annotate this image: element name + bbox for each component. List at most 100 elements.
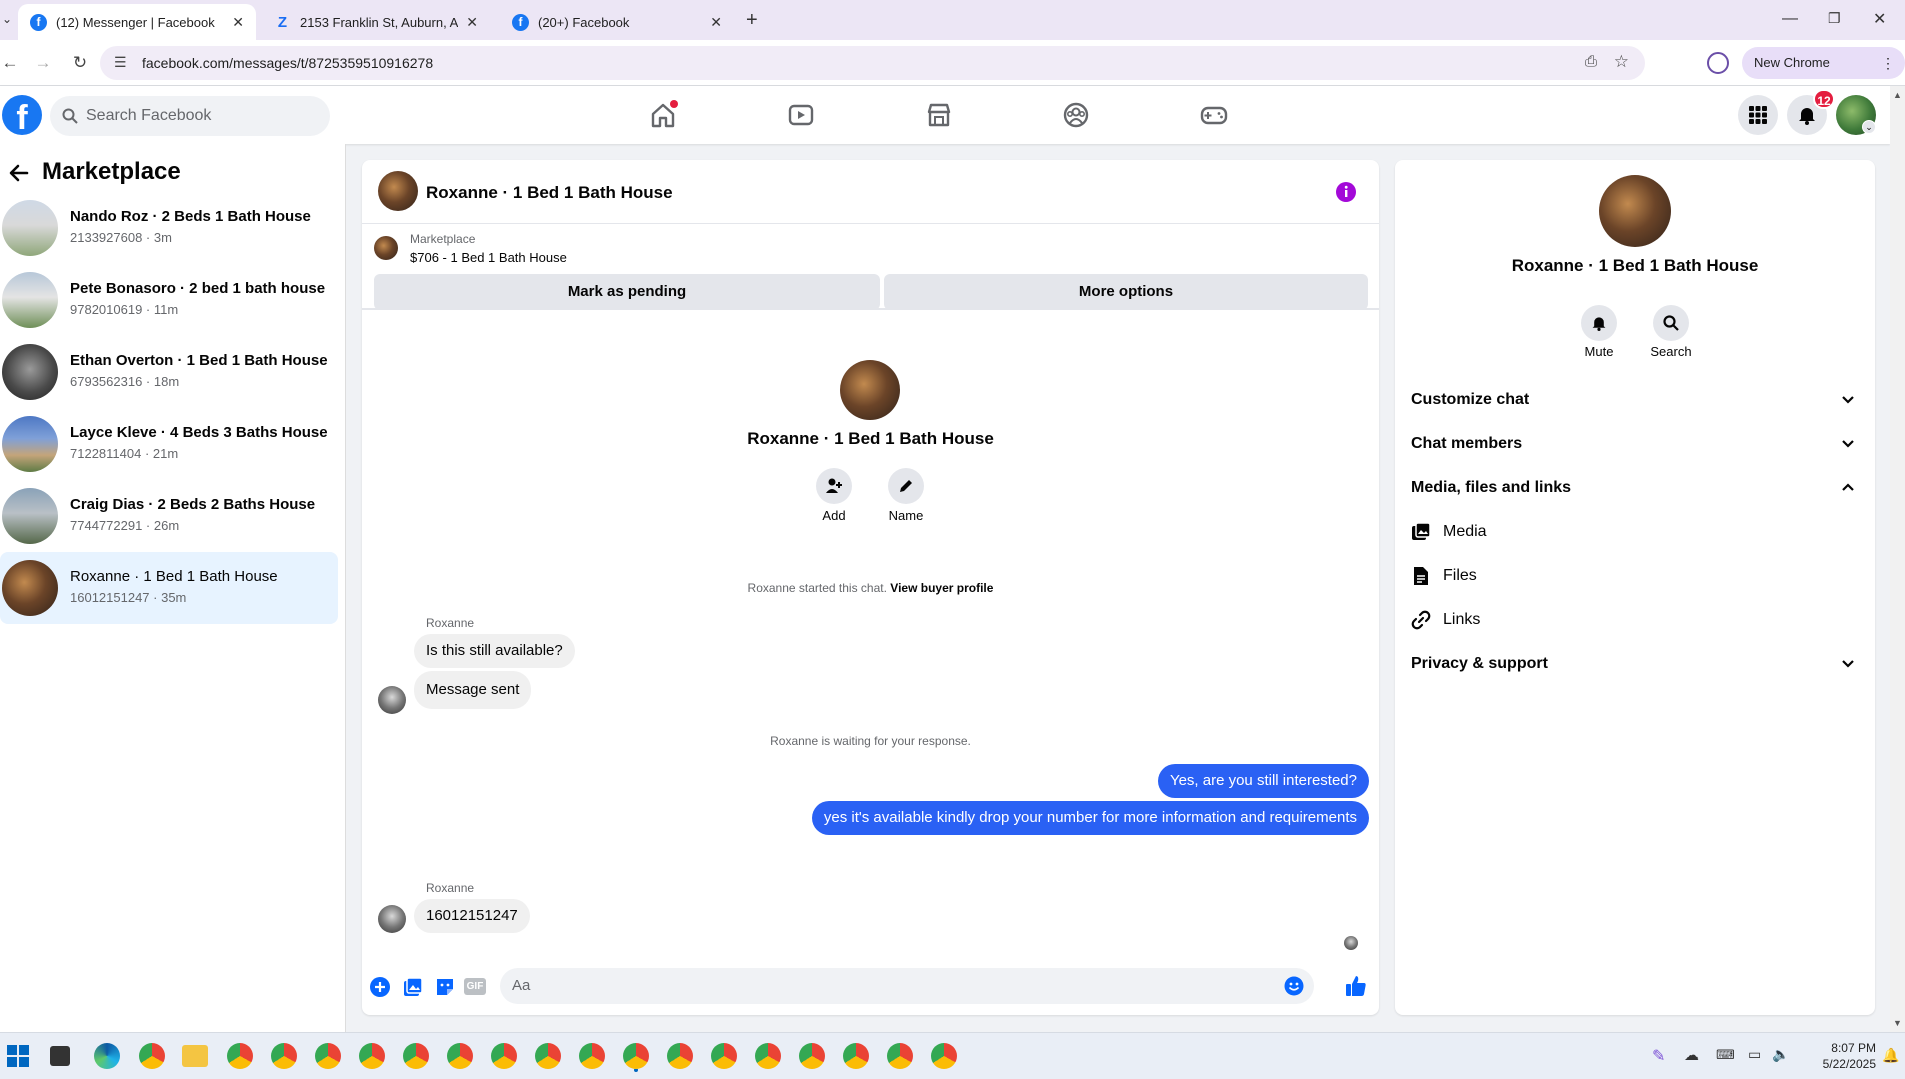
chrome-icon[interactable] [755,1043,781,1069]
chrome-icon[interactable] [579,1043,605,1069]
media-item[interactable]: Media [1411,512,1487,552]
notification-center-icon[interactable]: 🔔 [1882,1047,1899,1064]
sent-message-bubble[interactable]: Yes, are you still interested? [1157,764,1369,798]
more-options-button[interactable]: More options [884,274,1368,310]
site-info-icon[interactable]: ☰ [114,54,127,71]
chrome-icon[interactable] [359,1043,385,1069]
reload-icon[interactable]: ↻ [70,53,90,73]
chrome-icon[interactable] [843,1043,869,1069]
tab-messenger[interactable]: f (12) Messenger | Facebook ✕ [18,4,256,40]
address-bar[interactable]: ☰ facebook.com/messages/t/87253595109162… [100,46,1645,80]
received-message-bubble[interactable]: Is this still available? [414,634,575,668]
close-tab-icon[interactable]: ✕ [466,14,478,31]
chrome-icon[interactable] [227,1043,253,1069]
forward-icon[interactable]: → [33,53,53,73]
search-in-chat-button[interactable] [1653,305,1689,341]
restore-icon[interactable]: ❐ [1828,10,1841,27]
plus-circle-icon[interactable] [369,976,391,998]
back-icon[interactable]: ← [0,53,20,73]
conversation-item[interactable]: Ethan Overton · 1 Bed 1 Bath House 67935… [0,336,338,408]
view-buyer-profile-link[interactable]: View buyer profile [890,581,993,595]
gif-icon[interactable]: GIF [464,978,486,995]
close-tab-icon[interactable]: ✕ [710,14,722,31]
add-person-button[interactable] [816,468,852,504]
facebook-search-input[interactable]: Search Facebook [50,96,330,136]
video-icon[interactable] [786,100,816,130]
links-item[interactable]: Links [1411,600,1480,640]
close-tab-icon[interactable]: ✕ [232,14,244,31]
keyboard-icon[interactable]: ⌨ [1716,1047,1735,1063]
tab-search-icon[interactable]: ⌄ [2,12,12,26]
received-message-bubble[interactable]: Message sent [414,671,532,709]
chrome-icon[interactable] [799,1043,825,1069]
conversation-item-selected[interactable]: Roxanne · 1 Bed 1 Bath House 16012151247… [0,552,338,624]
edge-icon[interactable] [94,1043,120,1069]
files-item[interactable]: Files [1411,556,1477,596]
volume-icon[interactable]: 🔈 [1772,1046,1789,1063]
file-explorer-icon[interactable] [182,1045,208,1067]
profile-icon[interactable] [1707,52,1729,74]
new-tab-icon[interactable]: + [746,9,758,32]
gaming-icon[interactable] [1199,100,1229,130]
tab-zillow[interactable]: Z 2153 Franklin St, Auburn, AL 36 ✕ [262,4,490,40]
chrome-icon[interactable] [403,1043,429,1069]
onedrive-icon[interactable]: ☁ [1684,1046,1699,1064]
conversation-item[interactable]: Nando Roz · 2 Beds 1 Bath House 21339276… [0,192,338,264]
chrome-icon[interactable] [931,1043,957,1069]
page-scrollbar[interactable]: ▲ ▼ [1890,86,1905,1032]
thumbs-up-icon[interactable] [1344,974,1368,998]
mute-button[interactable] [1581,305,1617,341]
bookmark-star-icon[interactable]: ☆ [1614,52,1629,72]
windows-start-icon[interactable] [6,1044,30,1068]
chrome-update-button[interactable]: New Chrome available ⋮ [1742,47,1905,102]
scroll-down-icon[interactable]: ▼ [1893,1018,1902,1028]
install-app-icon[interactable]: ⎙ [1585,53,1597,70]
chevron-down-icon[interactable]: ⌄ [1862,120,1876,134]
scroll-up-icon[interactable]: ▲ [1893,90,1902,100]
task-view-icon[interactable] [50,1046,70,1066]
chrome-icon[interactable] [535,1043,561,1069]
conversation-item[interactable]: Pete Bonasoro · 2 bed 1 bath house 97820… [0,264,338,336]
chrome-icon[interactable] [491,1043,517,1069]
conversation-item[interactable]: Layce Kleve · 4 Beds 3 Baths House 71228… [0,408,338,480]
details-avatar[interactable] [1599,175,1671,247]
chrome-icon[interactable] [447,1043,473,1069]
customize-chat-section[interactable]: Customize chat [1411,380,1863,420]
pen-icon[interactable]: ✎ [1652,1046,1665,1066]
chat-title[interactable]: Roxanne · 1 Bed 1 Bath House [426,183,673,203]
chat-avatar[interactable] [378,171,418,211]
home-icon[interactable] [648,100,678,130]
network-icon[interactable]: ▭ [1748,1046,1761,1063]
chrome-icon[interactable] [139,1043,165,1069]
chrome-icon[interactable] [315,1043,341,1069]
close-window-icon[interactable]: ✕ [1873,9,1886,29]
minimize-icon[interactable]: — [1782,10,1798,28]
photo-icon[interactable] [402,976,424,998]
marketplace-icon[interactable] [924,100,954,130]
sender-avatar[interactable] [378,686,406,714]
chrome-icon[interactable] [271,1043,297,1069]
listing-thumbnail[interactable] [374,236,398,260]
back-arrow-icon[interactable] [8,162,30,184]
chrome-icon[interactable] [711,1043,737,1069]
chat-members-section[interactable]: Chat members [1411,424,1863,464]
edit-name-button[interactable] [888,468,924,504]
chrome-icon[interactable] [667,1043,693,1069]
chrome-icon[interactable] [887,1043,913,1069]
groups-icon[interactable] [1061,100,1091,130]
emoji-icon[interactable] [1284,976,1304,996]
sender-avatar[interactable] [378,905,406,933]
privacy-support-section[interactable]: Privacy & support [1411,644,1863,684]
menu-button[interactable] [1738,95,1778,135]
tab-facebook[interactable]: f (20+) Facebook ✕ [500,4,734,40]
sent-message-bubble[interactable]: yes it's available kindly drop your numb… [811,801,1369,835]
sticker-icon[interactable] [434,976,456,998]
chrome-icon-active[interactable] [623,1043,649,1069]
facebook-logo-icon[interactable]: f [2,95,42,137]
conversation-item[interactable]: Craig Dias · 2 Beds 2 Baths House 774477… [0,480,338,552]
mark-as-pending-button[interactable]: Mark as pending [374,274,880,310]
kebab-menu-icon[interactable]: ⋮ [1881,47,1895,79]
message-input[interactable]: Aa [500,968,1314,1004]
listing-price-title[interactable]: $706 - 1 Bed 1 Bath House [410,250,567,265]
system-clock[interactable]: 8:07 PM 5/22/2025 [1796,1040,1876,1072]
